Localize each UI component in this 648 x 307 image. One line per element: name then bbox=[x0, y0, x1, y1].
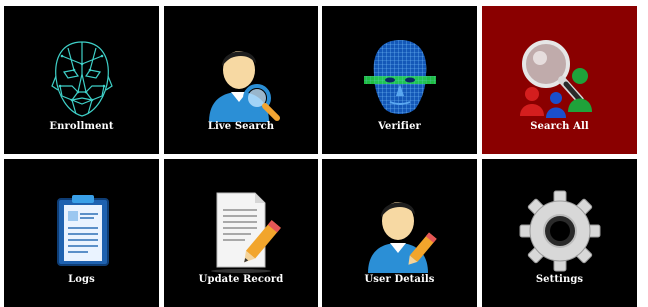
tile-live-search[interactable]: Live Search bbox=[164, 6, 318, 154]
tile-label: Verifier bbox=[378, 121, 421, 132]
tile-update-record[interactable]: Update Record bbox=[164, 159, 318, 307]
tile-label: Search All bbox=[530, 121, 589, 132]
tile-user-details[interactable]: User Details bbox=[322, 159, 477, 307]
tile-search-all[interactable]: Search All bbox=[482, 6, 637, 154]
clipboard-icon bbox=[56, 195, 109, 266]
tile-label: Update Record bbox=[198, 274, 284, 285]
tile-settings[interactable]: Settings bbox=[482, 159, 637, 307]
tile-label: Enrollment bbox=[49, 121, 114, 132]
user-edit-icon bbox=[367, 202, 437, 273]
face-scan-icon bbox=[363, 40, 436, 114]
tile-label: Live Search bbox=[207, 121, 275, 132]
magnifier-group-icon bbox=[519, 40, 592, 118]
tile-label: User Details bbox=[364, 274, 435, 285]
gear-icon bbox=[519, 190, 600, 272]
tile-label: Settings bbox=[535, 274, 584, 285]
face-mesh-icon bbox=[50, 41, 113, 117]
user-search-icon bbox=[209, 51, 280, 122]
tile-label: Logs bbox=[68, 274, 95, 285]
tile-logs[interactable]: Logs bbox=[4, 159, 159, 307]
tile-enrollment[interactable]: Enrollment bbox=[4, 6, 159, 154]
tile-verifier[interactable]: Verifier bbox=[322, 6, 477, 154]
document-edit-icon bbox=[211, 192, 281, 273]
